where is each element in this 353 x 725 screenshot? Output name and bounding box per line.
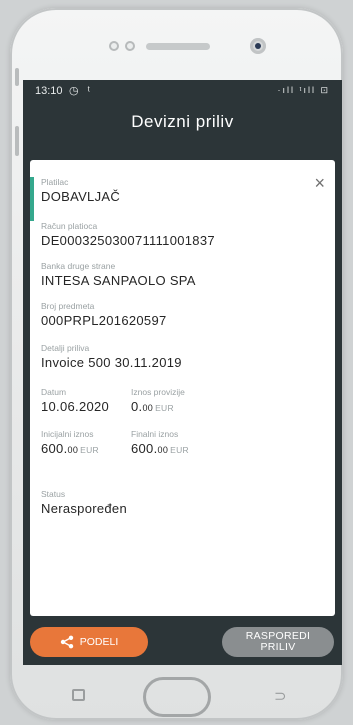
assign-priliv-button[interactable]: RASPOREDI PRILIV (222, 627, 334, 657)
finalni-decimal: 00 (157, 445, 169, 455)
provizija-amount: 0. (131, 399, 143, 414)
broj-value: 000PRPL201620597 (41, 313, 167, 328)
status-value: Neraspoređen (41, 501, 127, 516)
datum-value: 10.06.2020 (41, 399, 110, 414)
recent-apps-icon[interactable] (72, 689, 85, 701)
top-bezel (10, 8, 343, 86)
field-detalji: Detalji priliva Invoice 500 30.11.2019 (41, 343, 182, 371)
platilac-label: Platilac (41, 177, 69, 187)
inicijalni-unit: EUR (80, 445, 99, 455)
field-broj-predmeta: Broj predmeta 000PRPL201620597 (41, 301, 167, 329)
earpiece-speaker (146, 43, 210, 50)
banka-label: Banka druge strane (41, 261, 116, 271)
field-inicijalni: Inicijalni iznos 600.00 EUR (41, 429, 99, 459)
field-status: Status Neraspoređen (41, 489, 127, 517)
status-bar: 13:10 ◷ ᵗ ·ıll ᵗıll ⊡ (23, 80, 342, 102)
assign-label-line2: PRILIV (260, 641, 296, 653)
inicijalni-amount: 600. (41, 441, 68, 456)
banka-value: INTESA SANPAOLO SPA (41, 273, 196, 288)
back-icon[interactable]: ⊃ (274, 687, 287, 705)
field-banka: Banka druge strane INTESA SANPAOLO SPA (41, 261, 196, 289)
racun-value: DE00032503007111100183​7 (41, 233, 215, 248)
volume-button (15, 126, 19, 156)
front-camera (250, 38, 266, 54)
status-time: 13:10 (35, 85, 63, 97)
field-datum: Datum 10.06.2020 (41, 387, 109, 415)
field-provizija: Iznos provizije 0.00 EUR (131, 387, 185, 417)
light-sensor (125, 41, 135, 51)
screen: 13:10 ◷ ᵗ ·ıll ᵗıll ⊡ Devizni priliv × P… (23, 80, 342, 665)
signal-battery-icons: ·ıll ᵗıll ⊡ (277, 85, 330, 95)
share-label: PODELI (79, 636, 119, 648)
detalji-label: Detalji priliva (41, 343, 90, 353)
close-icon[interactable]: × (314, 174, 325, 192)
details-card: × Platilac DOBAVLJAČ Račun platioca DE00… (30, 160, 335, 616)
finalni-label: Finalni iznos (131, 429, 179, 439)
alarm-icon: ◷ ᵗ (69, 85, 94, 97)
finalni-value: 600.00 EUR (131, 440, 189, 459)
provizija-unit: EUR (155, 403, 174, 413)
status-label: Status (41, 489, 66, 499)
page-title: Devizni priliv (131, 112, 234, 131)
detalji-value: Invoice 500 30.11.2019 (41, 355, 182, 370)
inicijalni-label: Inicijalni iznos (41, 429, 94, 439)
action-bar: PODELI RASPOREDI PRILIV (23, 620, 342, 665)
racun-label: Račun platioca (41, 221, 98, 231)
bottom-bezel: ⊃ (10, 673, 343, 720)
home-button[interactable] (143, 677, 211, 717)
field-racun: Račun platioca DE00032503007111100183​7 (41, 221, 215, 249)
finalni-unit: EUR (170, 445, 189, 455)
share-button[interactable]: PODELI (30, 627, 148, 657)
inicijalni-decimal: 00 (67, 445, 79, 455)
share-icon (60, 635, 74, 649)
datum-label: Datum (41, 387, 67, 397)
field-finalni: Finalni iznos 600.00 EUR (131, 429, 189, 459)
inicijalni-value: 600.00 EUR (41, 440, 99, 459)
accent-bar (30, 177, 34, 221)
broj-label: Broj predmeta (41, 301, 95, 311)
platilac-value: DOBAVLJAČ (41, 189, 121, 204)
provizija-decimal: 00 (142, 403, 154, 413)
proximity-sensor (109, 41, 119, 51)
provizija-label: Iznos provizije (131, 387, 185, 397)
provizija-value: 0.00 EUR (131, 398, 185, 417)
finalni-amount: 600. (131, 441, 158, 456)
field-platilac: Platilac DOBAVLJAČ (41, 177, 120, 205)
